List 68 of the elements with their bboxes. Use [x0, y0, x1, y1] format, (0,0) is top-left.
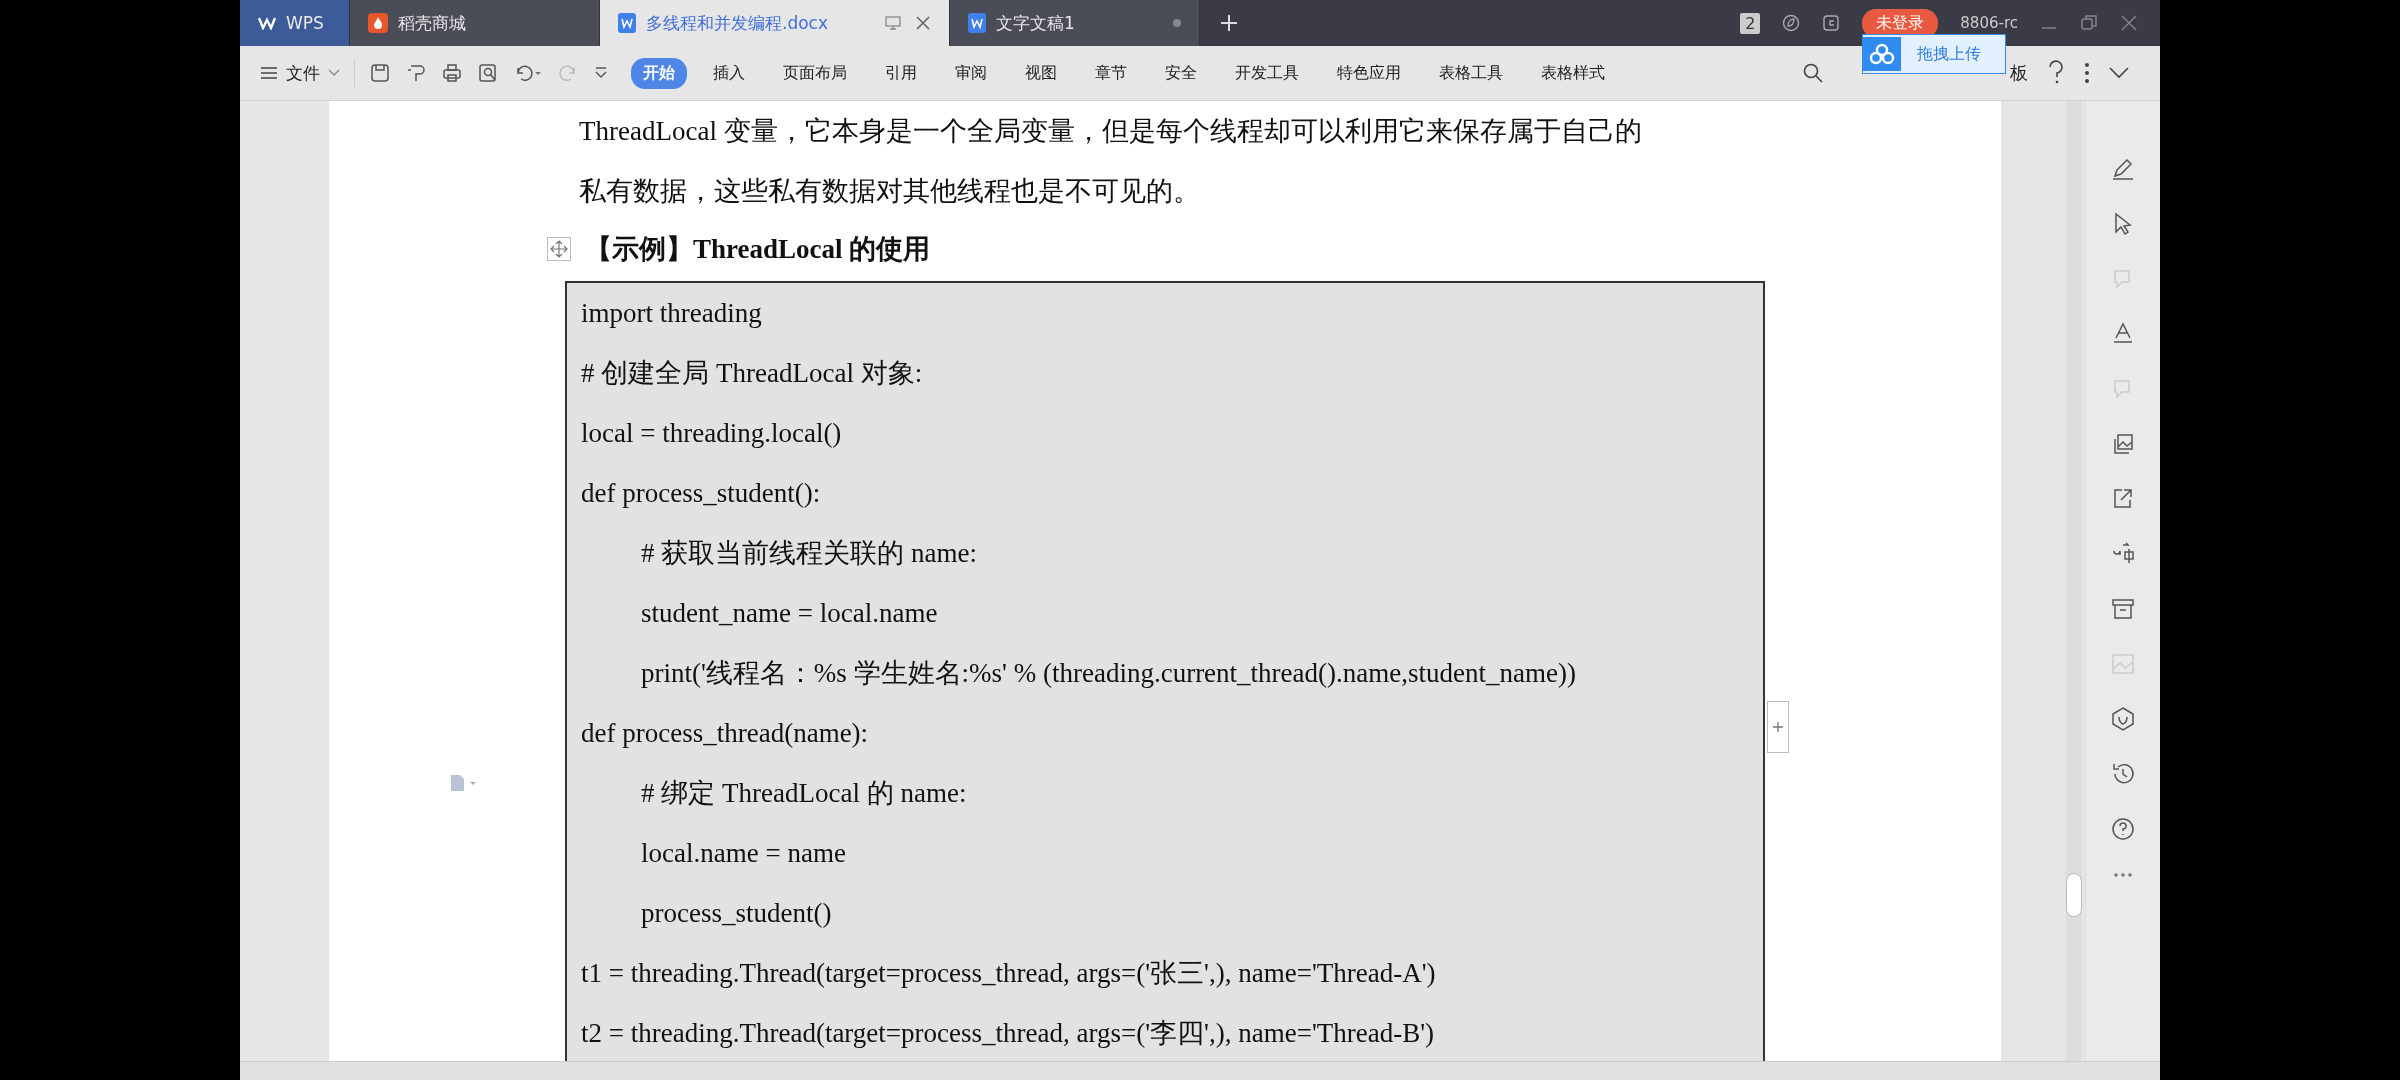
search-icon[interactable]: [1802, 62, 1824, 84]
help-icon[interactable]: [2046, 60, 2066, 86]
code-line: def process_student():: [581, 477, 822, 510]
document-icon: [618, 13, 636, 33]
code-line: # 获取当前线程关联的 name:: [640, 537, 978, 570]
print-icon[interactable]: [441, 62, 463, 84]
flame-icon: [368, 13, 388, 33]
ribbon-tab[interactable]: 章节: [1083, 57, 1139, 89]
help-icon[interactable]: [2110, 816, 2136, 842]
ribbon-tab[interactable]: 插入: [701, 57, 757, 89]
caret-icon: [328, 69, 340, 77]
document-tab[interactable]: 文字文稿1: [950, 0, 1200, 46]
ribbon-tab[interactable]: 页面布局: [771, 57, 859, 89]
leaf-icon[interactable]: [1782, 14, 1801, 32]
tab-label: 文字文稿1: [996, 11, 1075, 35]
cloud-icon: [1863, 37, 1901, 71]
code-line: local.name = name: [640, 837, 847, 870]
ribbon-tab[interactable]: 引用: [873, 57, 929, 89]
document-tab[interactable]: 稻壳商城: [350, 0, 600, 46]
vertical-scrollbar[interactable]: [2066, 101, 2082, 1061]
ribbon-tab[interactable]: 表格工具: [1427, 57, 1515, 89]
code-line: t1 = threading.Thread(target=process_thread, args=('张三',), name='Thread-A'): [581, 957, 1437, 990]
file-menu-button[interactable]: 文件: [260, 61, 340, 85]
document-icon: [968, 13, 986, 33]
user-id[interactable]: 8806-rc: [1960, 14, 2018, 32]
document-tab[interactable]: WPS: [240, 0, 350, 46]
toolbar-label[interactable]: 板: [2010, 61, 2028, 85]
move-handle-icon[interactable]: [547, 237, 571, 261]
window-count-badge[interactable]: 2: [1740, 12, 1761, 34]
tab-label: 多线程和并发编程.docx: [646, 11, 828, 35]
new-tab-icon[interactable]: [1220, 14, 1238, 32]
tab-label: 稻壳商城: [398, 11, 466, 35]
plus-icon: [1772, 721, 1784, 733]
close-icon[interactable]: [2120, 14, 2138, 32]
code-line: print('线程名：%s 学生姓名:%s' % (threading.current_thread().name,student_name)): [640, 657, 1577, 690]
ribbon-tab[interactable]: 特色应用: [1325, 57, 1413, 89]
paragraph-line: ThreadLocal 变量，它本身是一个全局变量，但是每个线程却可以利用它来保存属于自己的: [579, 115, 1643, 148]
code-line: def process_thread(name):: [581, 717, 870, 750]
wps-logo-icon: [258, 16, 276, 30]
pen-icon[interactable]: [2110, 156, 2136, 182]
archive-icon[interactable]: [2110, 596, 2136, 622]
ribbon-tab[interactable]: 视图: [1013, 57, 1069, 89]
upload-popup[interactable]: 拖拽上传: [1862, 34, 2006, 74]
ribbon-tab[interactable]: 安全: [1153, 57, 1209, 89]
code-line: # 绑定 ThreadLocal 的 name:: [640, 777, 968, 810]
paragraph-line: 私有数据，这些私有数据对其他线程也是不可见的。: [579, 175, 1201, 208]
print-preview-icon[interactable]: [477, 62, 499, 84]
menu-icon: [260, 66, 278, 80]
tab-label: WPS: [286, 13, 324, 33]
code-line: import threading: [581, 297, 763, 330]
code-line: process_student(): [640, 897, 833, 930]
format-painter-icon[interactable]: [405, 62, 427, 84]
restore-icon[interactable]: [2080, 14, 2098, 32]
code-line: t2 = threading.Thread(target=process_thread, args=('李四',), name='Thread-B'): [581, 1017, 1436, 1050]
ribbon-tab[interactable]: 审阅: [943, 57, 999, 89]
shield-icon[interactable]: [2110, 706, 2136, 732]
code-line: local = threading.local(): [581, 417, 843, 450]
more-options-icon[interactable]: [2084, 62, 2090, 84]
ribbon-tab[interactable]: 表格样式: [1529, 57, 1617, 89]
example-heading: 【示例】ThreadLocal 的使用: [585, 233, 931, 266]
save-icon[interactable]: [369, 62, 391, 84]
code-line: student_name = local.name: [640, 597, 939, 630]
close-icon[interactable]: [915, 15, 931, 31]
code-line: # 创建全局 ThreadLocal 对象:: [581, 357, 924, 390]
document-tab[interactable]: 多线程和并发编程.docx: [600, 0, 950, 46]
collapse-icon[interactable]: [2108, 66, 2130, 80]
ribbon-tab[interactable]: 开始: [631, 57, 687, 89]
ribbon-tab[interactable]: 开发工具: [1223, 57, 1311, 89]
